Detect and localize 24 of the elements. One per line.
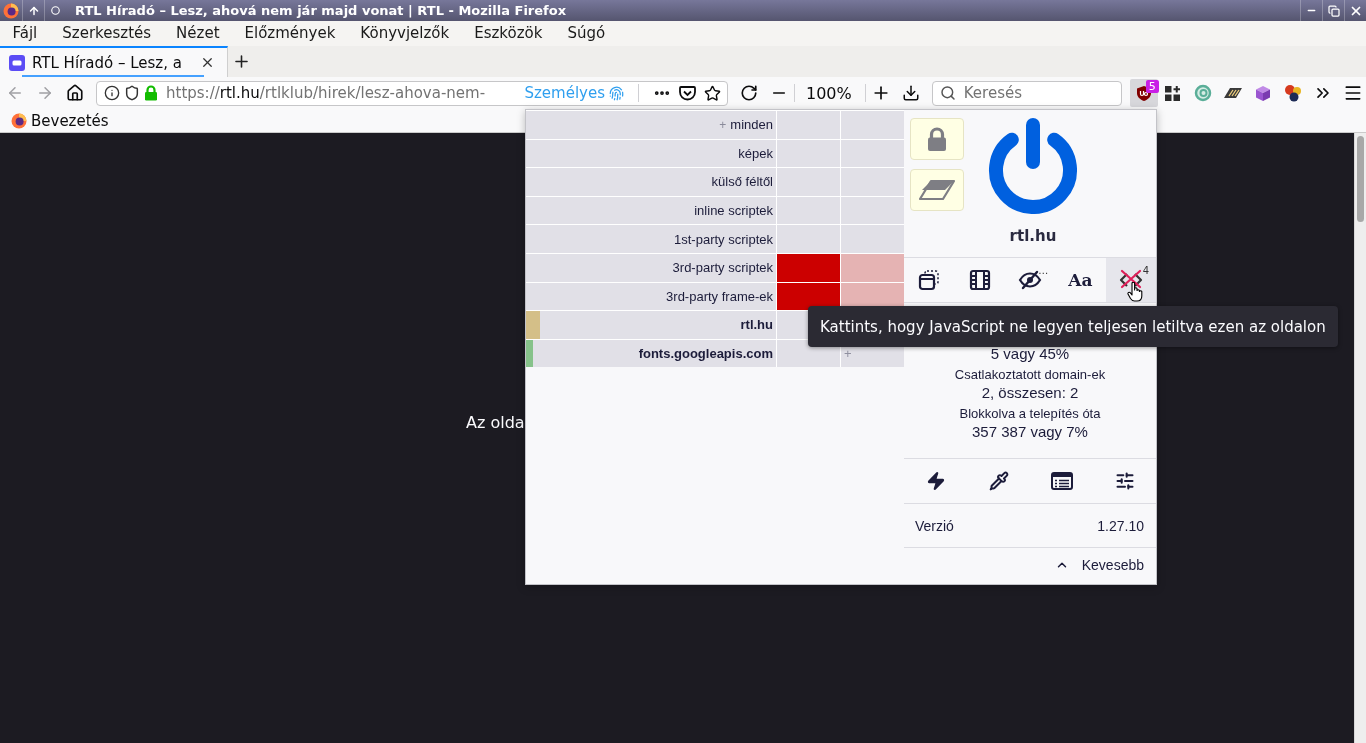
version-label: Verzió xyxy=(915,517,954,534)
window-title: RTL Híradó – Lesz, ahová nem jár majd vonat | RTL - Mozilla Firefox xyxy=(75,3,567,18)
version-value: 1.27.10 xyxy=(1097,517,1144,534)
domain-label: fonts.googleapis.com xyxy=(638,346,773,362)
stat-value: 2, összesen: 2 xyxy=(981,384,1079,402)
stat-value: 5 vagy 45% xyxy=(990,345,1070,363)
switch-count: 4 xyxy=(1142,265,1149,276)
hostname: rtl.hu xyxy=(1009,227,1057,245)
rule-label: képek xyxy=(738,145,773,161)
switch-count: … xyxy=(1038,265,1049,276)
rule-label: 1st-party scriptek xyxy=(674,231,773,247)
page-text: Az olda xyxy=(466,413,525,432)
tooltip: Kattints, hogy JavaScript ne legyen teljesen letiltva ezen az oldalon xyxy=(808,306,1338,347)
rule-label: inline scriptek xyxy=(694,203,773,219)
stat-label: Blokkolva a telepítés óta xyxy=(959,407,1101,421)
rule-label: 3rd-party frame-ek xyxy=(666,288,773,304)
rule-label: külső féltől xyxy=(711,174,773,190)
rule-label: 3rd-party scriptek xyxy=(672,260,773,276)
stat-value: 357 387 vagy 7% xyxy=(972,423,1088,441)
domain-label: rtl.hu xyxy=(740,317,773,333)
count-badge: 5 xyxy=(1145,80,1159,93)
url-text: https://rtl.hu/rtlklub/hirek/lesz-ahova-nem- xyxy=(166,84,486,102)
rule-label: minden xyxy=(730,117,773,133)
stat-label: Csatlakoztatott domain-ek xyxy=(954,368,1106,382)
